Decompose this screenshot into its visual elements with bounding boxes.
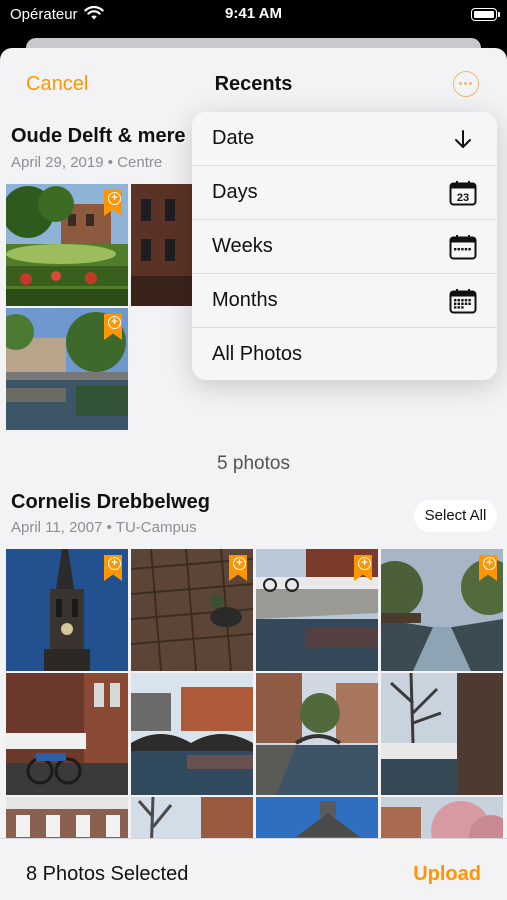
- battery-icon: [471, 8, 500, 21]
- navigation-bar: Cancel Recents: [0, 48, 507, 118]
- section-subtitle: April 29, 2019 • Centre: [11, 154, 162, 171]
- section-date: April 29, 2019: [11, 154, 104, 171]
- section-place: TU-Campus: [115, 519, 197, 536]
- menu-item-weeks[interactable]: Weeks: [192, 220, 497, 274]
- sort-menu: Date Days 23 Weeks Months All Photos: [192, 112, 497, 380]
- photo-picker-sheet: Cancel Recents Oude Delft & mere April 2…: [0, 48, 507, 900]
- photo-thumbnail[interactable]: [256, 549, 378, 671]
- photo-thumbnail[interactable]: [6, 549, 128, 671]
- menu-item-label: All Photos: [212, 343, 303, 365]
- upload-button[interactable]: Upload: [413, 863, 481, 886]
- ellipsis-icon: [459, 82, 462, 85]
- photo-thumbnail[interactable]: [6, 308, 128, 430]
- section-date: April 11, 2007: [11, 519, 103, 536]
- menu-item-label: Date: [212, 127, 255, 149]
- section-title: Oude Delft & mere: [11, 125, 186, 147]
- calendar-week-icon: [449, 235, 477, 260]
- menu-item-label: Months: [212, 289, 278, 311]
- bottom-toolbar: 8 Photos Selected Upload: [0, 838, 507, 900]
- calendar-day-number: 23: [457, 192, 469, 204]
- status-time: 9:41 AM: [225, 5, 282, 22]
- menu-item-label: Weeks: [212, 235, 273, 257]
- section-subtitle: April 11, 2007 • TU-Campus: [11, 519, 197, 536]
- photo-thumbnail[interactable]: [256, 673, 378, 795]
- calendar-month-icon: [449, 289, 477, 314]
- photo-thumbnail[interactable]: [131, 673, 253, 795]
- calendar-day-icon: 23: [449, 181, 477, 206]
- page-title: Recents: [214, 73, 293, 95]
- status-bar: Opérateur 9:41 AM: [0, 0, 507, 30]
- section-place: Centre: [117, 154, 163, 171]
- select-all-button[interactable]: Select All: [414, 500, 497, 532]
- section-separator: •: [107, 154, 114, 171]
- photo-thumbnail[interactable]: [381, 673, 503, 795]
- arrow-down-icon: [455, 130, 471, 148]
- menu-item-days[interactable]: Days 23: [192, 166, 497, 220]
- photo-thumbnail[interactable]: [381, 549, 503, 671]
- section-title: Cornelis Drebbelweg: [11, 491, 210, 513]
- menu-item-label: Days: [212, 181, 258, 203]
- section-photo-count: 5 photos: [217, 453, 290, 474]
- photo-thumbnail[interactable]: [6, 184, 128, 306]
- menu-item-date[interactable]: Date: [192, 112, 497, 166]
- section-separator: •: [106, 519, 112, 536]
- photo-thumbnail[interactable]: [131, 549, 253, 671]
- more-options-button[interactable]: [453, 71, 479, 97]
- menu-item-months[interactable]: Months: [192, 274, 497, 328]
- photo-thumbnail[interactable]: [6, 673, 128, 795]
- photo-thumbnail[interactable]: [131, 184, 192, 306]
- selected-count-label: 8 Photos Selected: [26, 863, 189, 885]
- menu-item-all-photos[interactable]: All Photos: [192, 328, 497, 380]
